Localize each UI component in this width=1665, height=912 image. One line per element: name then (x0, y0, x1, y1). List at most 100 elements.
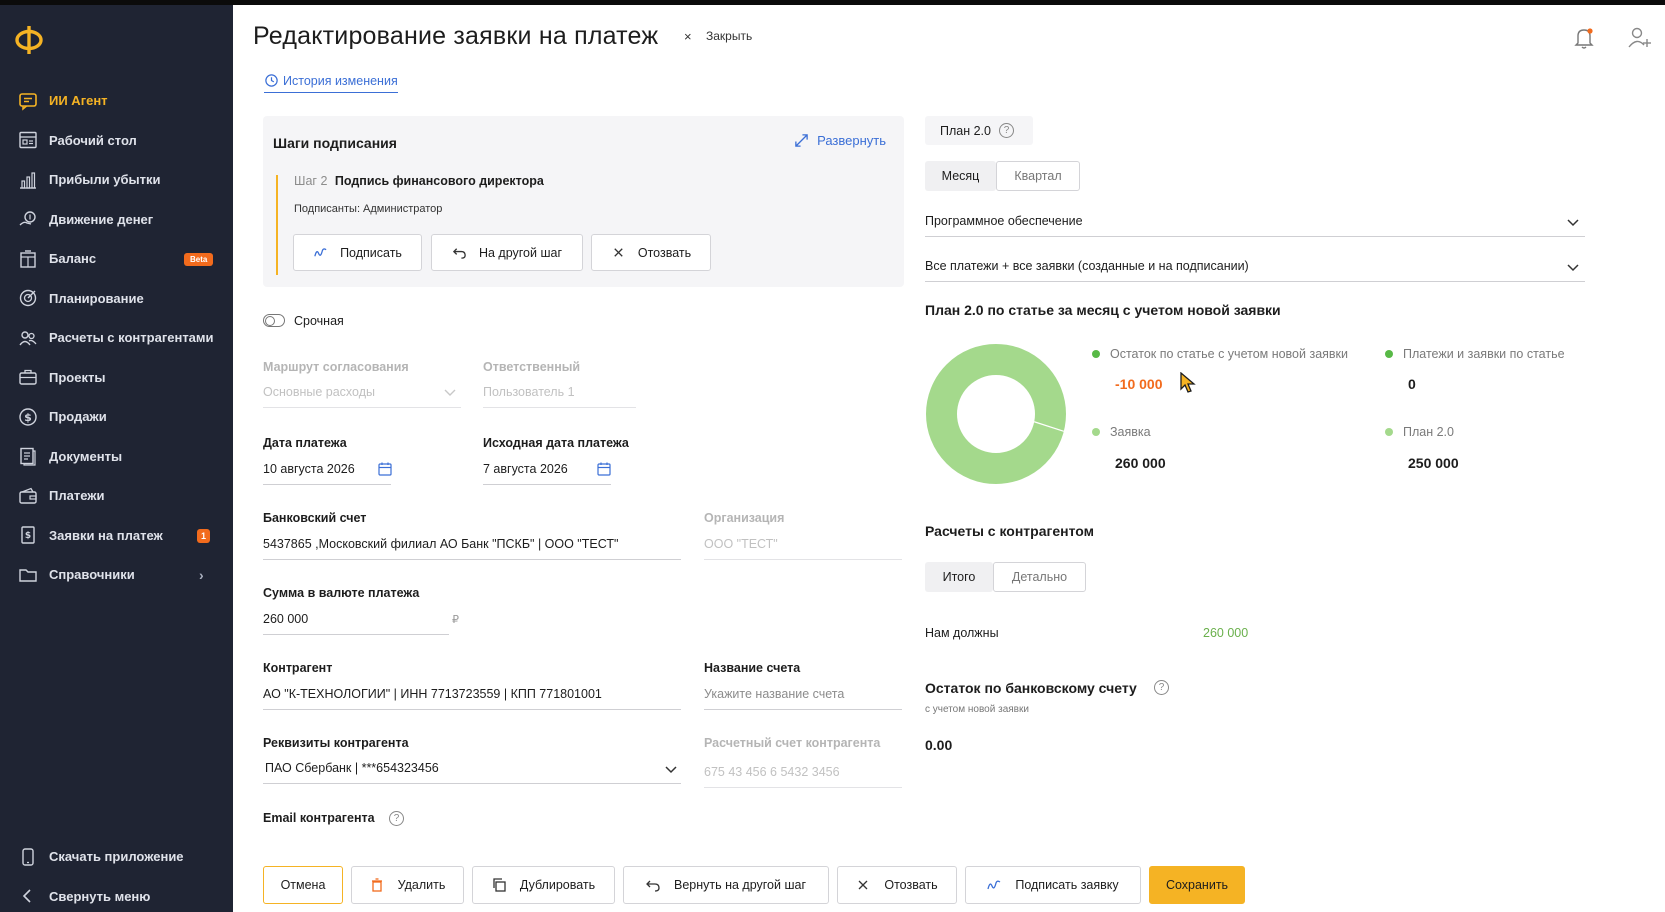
return-step-button[interactable]: Вернуть на другой шаг (623, 866, 829, 904)
sidebar-item-payment-requests[interactable]: $ Заявки на платеж 1 (0, 516, 233, 556)
other-step-button[interactable]: На другой шаг (431, 234, 583, 271)
tab-quarter[interactable]: Квартал (996, 161, 1080, 191)
sidebar-item-payments[interactable]: Платежи (0, 476, 233, 516)
wallet-icon (18, 486, 38, 506)
undo-icon (646, 878, 660, 892)
close-icon[interactable]: × (684, 29, 692, 44)
chevron-down-icon[interactable] (665, 766, 677, 774)
responsible-field[interactable]: Пользователь 1 (483, 385, 636, 408)
delete-button[interactable]: Удалить (351, 866, 464, 904)
sidebar-bottom: Скачать приложение Свернуть меню (0, 837, 233, 912)
tab-month[interactable]: Месяц (925, 161, 996, 191)
save-button[interactable]: Сохранить (1149, 866, 1245, 904)
calendar-icon[interactable] (378, 462, 392, 476)
sidebar-item-sales[interactable]: $ Продажи (0, 397, 233, 437)
plan-chip-label: План 2.0 (940, 123, 991, 138)
cp-account-field[interactable]: 675 43 456 6 5432 3456 (704, 765, 902, 788)
sidebar-item-label: Платежи (49, 488, 105, 504)
payments-filter-select[interactable]: Все платежи + все заявки (созданные и на… (925, 259, 1585, 282)
requests-count-badge: 1 (197, 528, 210, 543)
svg-text:$: $ (25, 531, 31, 541)
sidebar-nav: ИИ Агент Рабочий стол Прибыли убытки Дви… (0, 81, 233, 595)
close-icon (856, 878, 870, 892)
tab-detail[interactable]: Детально (993, 562, 1086, 592)
cp-details-select[interactable]: ПАО Сбербанк | ***654323456 (263, 761, 681, 784)
organization-label: Организация (704, 511, 785, 525)
organization-field[interactable]: ООО "ТЕСТ" (704, 537, 902, 560)
bar-chart-icon (18, 170, 38, 190)
history-icon (265, 74, 278, 87)
chevron-down-icon (1567, 219, 1579, 227)
sidebar-item-label: Продажи (49, 409, 107, 425)
sign-button[interactable]: Подписать (293, 234, 422, 271)
history-link[interactable]: История изменения (264, 73, 398, 93)
download-app-link[interactable]: Скачать приложение (0, 837, 233, 877)
cp-account-label: Расчетный счет контрагента (704, 736, 881, 750)
legend-remaining: Остаток по статье с учетом новой заявки (1092, 347, 1348, 361)
svg-text:$: $ (24, 411, 32, 424)
revoke-step-button[interactable]: Отозвать (591, 234, 711, 271)
sidebar-item-projects[interactable]: Проекты (0, 358, 233, 398)
legend-remaining-label: Остаток по статье с учетом новой заявки (1110, 347, 1349, 361)
cp-details-label: Реквизиты контрагента (263, 736, 409, 750)
calendar-icon[interactable] (597, 462, 611, 476)
sidebar: ИИ Агент Рабочий стол Прибыли убытки Дви… (0, 5, 233, 912)
urgent-label: Срочная (294, 314, 344, 328)
bell-icon[interactable] (1573, 26, 1595, 50)
revoke-button[interactable]: Отозвать (837, 866, 957, 904)
phone-icon (18, 847, 38, 867)
bank-balance-value: 0.00 (925, 737, 953, 753)
amount-input[interactable]: 260 000 (263, 612, 449, 635)
counterparty-select[interactable]: АО "К-ТЕХНОЛОГИИ" | ИНН 7713723559 | КПП… (263, 687, 681, 710)
sidebar-item-label: Расчеты с контрагентами (49, 330, 214, 346)
undo-icon (452, 245, 467, 260)
sidebar-item-profit-loss[interactable]: Прибыли убытки (0, 160, 233, 200)
money-flow-icon (18, 209, 38, 229)
bank-account-select[interactable]: 5437865 ,Московский филиал АО Банк "ПСКБ… (263, 537, 681, 560)
logo-icon[interactable] (12, 23, 46, 57)
sidebar-item-ai-agent[interactable]: ИИ Агент (0, 81, 233, 121)
bank-account-label: Банковский счет (263, 511, 367, 525)
account-name-input[interactable]: Укажите название счета (704, 687, 902, 710)
sign-request-label: Подписать заявку (1015, 878, 1119, 892)
sidebar-item-desktop[interactable]: Рабочий стол (0, 121, 233, 161)
close-button[interactable]: Закрыть (706, 29, 752, 43)
collapse-menu-button[interactable]: Свернуть меню (0, 877, 233, 912)
request-value: 260 000 (1115, 455, 1166, 471)
sidebar-item-balance[interactable]: Баланс Beta (0, 239, 233, 279)
help-icon[interactable]: ? (998, 123, 1014, 138)
expand-label: Развернуть (817, 133, 886, 148)
sidebar-item-references[interactable]: Справочники › (0, 555, 233, 595)
step-indicator (276, 175, 278, 275)
sidebar-item-documents[interactable]: Документы (0, 437, 233, 477)
step-signers: Подписанты: Администратор (294, 203, 443, 215)
category-select[interactable]: Программное обеспечение (925, 214, 1585, 237)
sidebar-item-label: Планирование (49, 290, 144, 306)
expand-button[interactable]: Развернуть (794, 133, 886, 148)
help-icon[interactable]: ? (389, 811, 404, 826)
sidebar-item-settlements[interactable]: Расчеты с контрагентами (0, 318, 233, 358)
help-icon[interactable]: ? (1154, 680, 1169, 695)
sign-button-label: Подписать (340, 245, 402, 260)
legend-dot (1092, 350, 1100, 358)
step-name: Подпись финансового директора (334, 174, 544, 188)
orig-date-field[interactable]: 7 августа 2026 (483, 462, 611, 485)
chevron-down-icon (1567, 264, 1579, 272)
other-step-label: На другой шаг (478, 245, 563, 260)
sidebar-item-planning[interactable]: Планирование (0, 279, 233, 319)
delete-label: Удалить (397, 878, 446, 892)
plan-chip[interactable]: План 2.0 ? (925, 116, 1033, 145)
payments-value: 0 (1408, 376, 1416, 392)
tab-total[interactable]: Итого (925, 562, 993, 592)
cancel-button[interactable]: Отмена (263, 866, 343, 904)
plan-value: 250 000 (1408, 455, 1459, 471)
chevron-down-icon (444, 389, 456, 396)
route-select[interactable]: Основные расходы (263, 385, 461, 408)
duplicate-button[interactable]: Дублировать (472, 866, 615, 904)
sidebar-item-cash-flow[interactable]: Движение денег (0, 200, 233, 240)
sign-request-button[interactable]: Подписать заявку (965, 866, 1141, 904)
urgent-toggle[interactable] (263, 314, 285, 327)
legend-request-label: Заявка (1110, 425, 1151, 439)
pay-date-field[interactable]: 10 августа 2026 (263, 462, 391, 485)
add-user-icon[interactable] (1627, 25, 1653, 51)
